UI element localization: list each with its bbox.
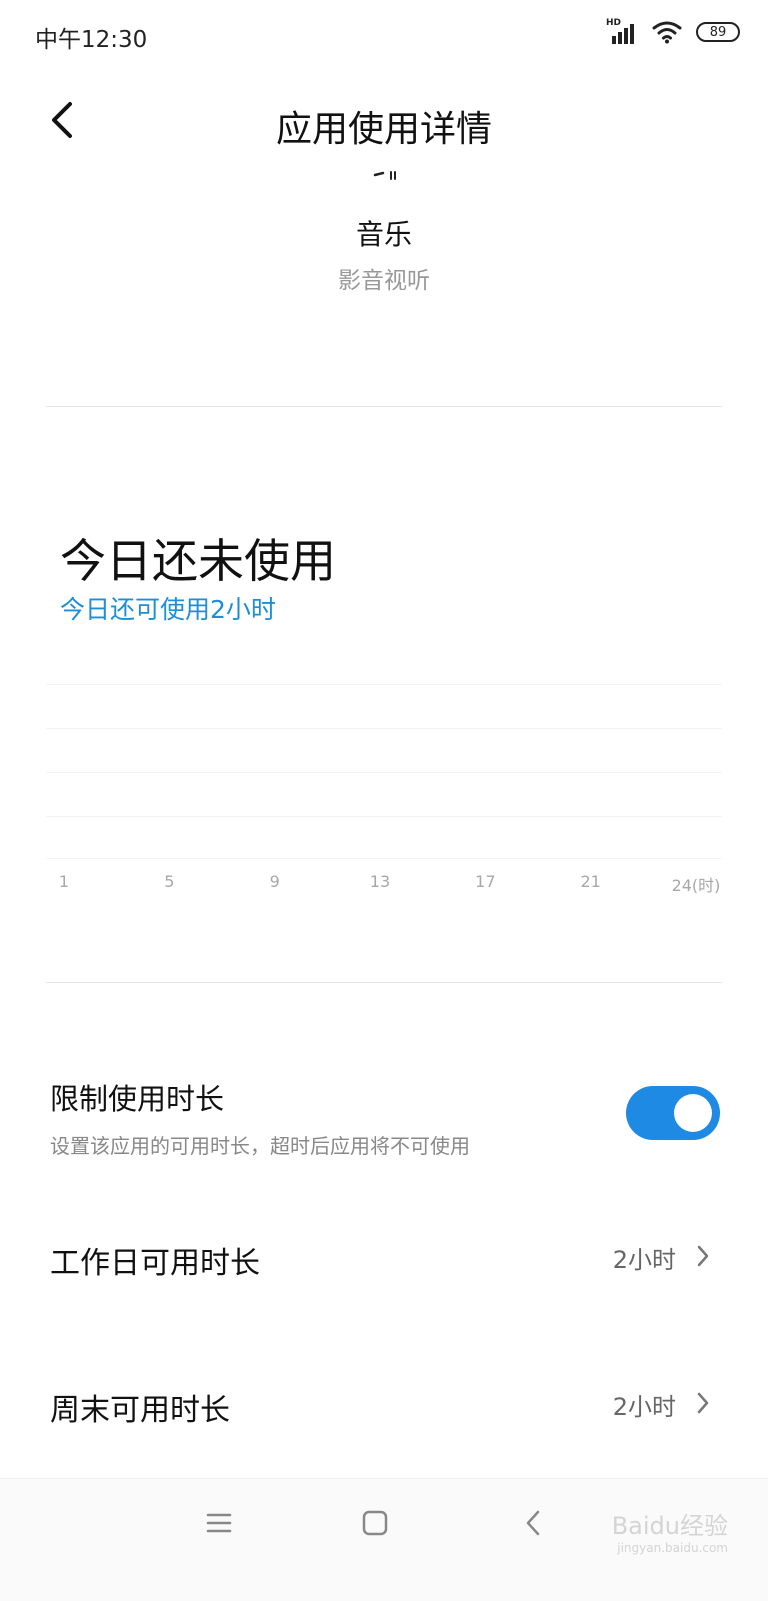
home-button[interactable] bbox=[361, 1509, 389, 1541]
usage-subtitle: 今日还可使用2小时 bbox=[60, 595, 276, 624]
battery-icon: 89 bbox=[696, 22, 740, 42]
watermark-url: jingyan.baidu.com bbox=[617, 1541, 728, 1555]
usage-chart: 1 5 9 13 17 21 24(时) bbox=[46, 640, 722, 920]
x-axis-tick-label: 9 bbox=[269, 872, 280, 891]
weekend-duration-label: 周末可用时长 bbox=[50, 1393, 230, 1428]
grid-line bbox=[46, 772, 722, 773]
home-icon bbox=[362, 1510, 388, 1536]
status-icons: HD 89 bbox=[606, 18, 740, 46]
watermark: Baidu经验 jingyan.baidu.com bbox=[612, 1506, 728, 1555]
weekend-duration-row[interactable]: 周末可用时长 2小时 bbox=[50, 1375, 710, 1435]
x-axis-tick-label: 1 bbox=[58, 872, 70, 891]
x-axis-tick-label: 5 bbox=[164, 872, 175, 891]
weekday-duration-row[interactable]: 工作日可用时长 2小时 bbox=[50, 1228, 710, 1288]
x-axis-tick-label: 17 bbox=[475, 872, 496, 891]
header: 应用使用详情 bbox=[0, 80, 768, 160]
menu-icon bbox=[206, 1513, 232, 1533]
limit-usage-toggle[interactable] bbox=[626, 1086, 720, 1140]
limit-usage-row: 限制使用时长 设置该应用的可用时长，超时后应用将不可使用 bbox=[50, 1076, 720, 1159]
x-axis-tick-label: 21 bbox=[580, 872, 601, 891]
x-axis-tick-label: 24(时) bbox=[671, 876, 721, 895]
page-title: 应用使用详情 bbox=[275, 109, 492, 150]
status-time: 中午12:30 bbox=[35, 27, 148, 53]
chevron-right-icon bbox=[697, 1245, 709, 1267]
divider bbox=[46, 982, 722, 983]
app-category: 影音视听 bbox=[338, 268, 430, 294]
wifi-icon bbox=[652, 20, 682, 44]
weekday-duration-value: 2小时 bbox=[612, 1246, 676, 1274]
limit-usage-title: 限制使用时长 bbox=[50, 1082, 225, 1116]
toggle-knob bbox=[674, 1094, 712, 1132]
signal-icon: HD bbox=[606, 18, 638, 46]
weekend-duration-value: 2小时 bbox=[612, 1393, 676, 1421]
battery-level: 89 bbox=[709, 24, 727, 40]
grid-line bbox=[46, 816, 722, 817]
limit-usage-description: 设置该应用的可用时长，超时后应用将不可使用 bbox=[50, 1134, 470, 1158]
back-icon bbox=[526, 1510, 540, 1536]
weekday-duration-label: 工作日可用时长 bbox=[50, 1246, 260, 1281]
watermark-text: Baidu经验 bbox=[611, 1512, 728, 1540]
x-axis-tick-label: 13 bbox=[369, 872, 391, 891]
grid-line bbox=[46, 728, 722, 729]
app-info: 音乐 影音视听 bbox=[0, 165, 768, 295]
chevron-right-icon bbox=[697, 1392, 709, 1414]
divider bbox=[46, 406, 722, 407]
usage-title: 今日还未使用 bbox=[60, 534, 336, 588]
app-name: 音乐 bbox=[355, 218, 412, 251]
status-bar: 中午12:30 HD 89 bbox=[0, 0, 768, 70]
grid-line bbox=[46, 684, 722, 685]
menu-button[interactable] bbox=[205, 1509, 233, 1541]
app-icon bbox=[373, 171, 396, 180]
grid-line bbox=[46, 858, 722, 859]
nav-back-button[interactable] bbox=[520, 1509, 548, 1541]
